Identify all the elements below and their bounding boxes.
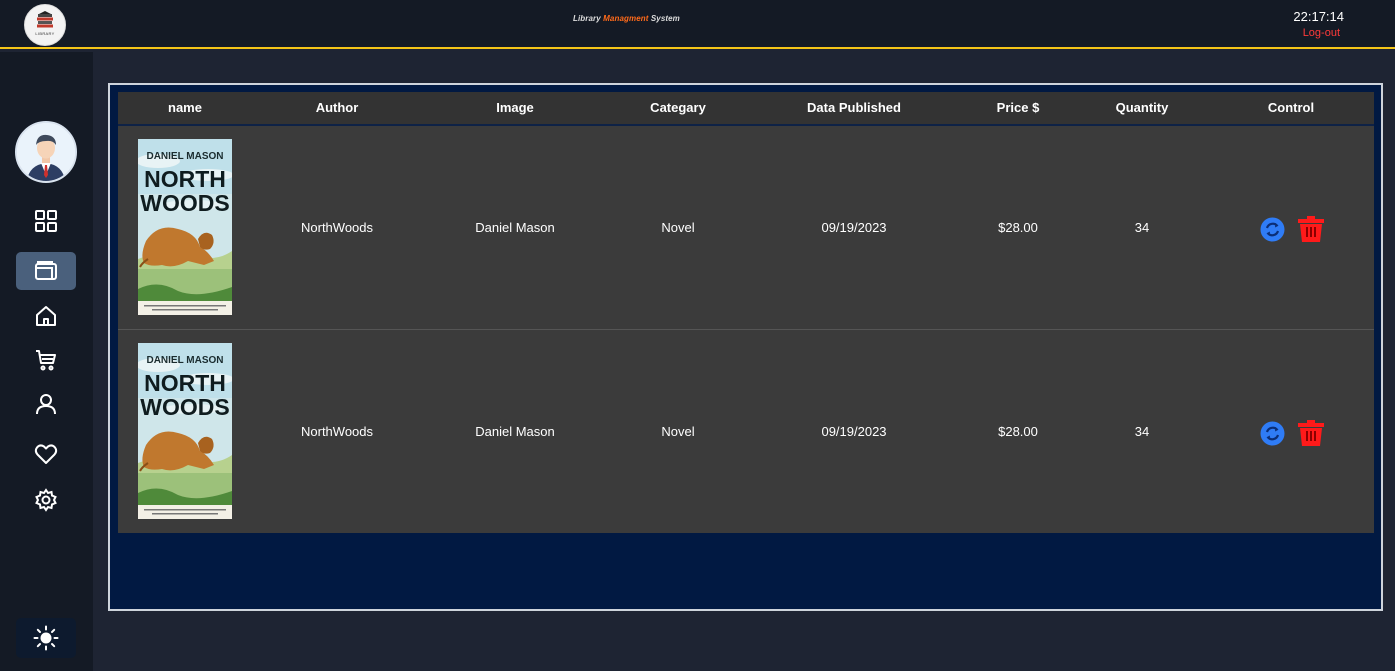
column-header-control: Control	[1267, 100, 1315, 115]
date-published-cell: 09/19/2023	[821, 220, 887, 235]
book-author-cell: Daniel Mason	[475, 424, 555, 439]
sidebar-item-user[interactable]	[16, 385, 76, 423]
price-cell: $28.00	[998, 220, 1038, 235]
category-cell: Novel	[661, 220, 695, 235]
top-bar: LIBRARY Library Managment System 22:17:1…	[0, 0, 1395, 49]
cover-title-line1: NORTH	[144, 166, 226, 192]
library-logo[interactable]: LIBRARY	[24, 4, 66, 46]
quantity-cell: 34	[1134, 220, 1150, 235]
column-header-price[interactable]: Price $	[997, 92, 1040, 124]
column-header-author[interactable]: Author	[316, 92, 359, 124]
sidebar-item-settings[interactable]	[16, 481, 76, 519]
sidebar-item-wallet[interactable]	[16, 252, 76, 290]
delete-icon[interactable]	[1297, 420, 1325, 446]
logout-link[interactable]: Log-out	[1303, 27, 1340, 39]
app-title-accent: Managment	[603, 14, 649, 23]
column-header-date-published[interactable]: Data Published	[807, 92, 901, 124]
book-cover-image: DANIEL MASON NORTH WOODS	[138, 343, 232, 519]
book-cover-illustration: DANIEL MASON NORTH WOODS	[138, 139, 232, 315]
theme-toggle-button[interactable]	[16, 618, 76, 658]
column-header-category[interactable]: Categary	[650, 92, 706, 124]
app-title-part1: Library	[573, 14, 604, 23]
column-header-image[interactable]: Image	[496, 92, 534, 124]
app-title-part3: System	[648, 14, 680, 23]
books-logo-icon	[37, 11, 53, 28]
books-panel: name Author Image Categary Data Publishe…	[108, 83, 1383, 611]
heart-icon	[34, 444, 58, 464]
avatar-icon	[17, 123, 75, 181]
user-icon	[36, 394, 56, 415]
cover-title-line2: WOODS	[140, 394, 229, 420]
sun-icon	[33, 625, 59, 651]
sidebar-item-favorites[interactable]	[16, 435, 76, 473]
delete-icon[interactable]	[1297, 216, 1325, 242]
home-icon	[36, 306, 56, 326]
book-cover-illustration: DANIEL MASON NORTH WOODS	[138, 343, 232, 519]
sidebar-item-dashboard[interactable]	[16, 202, 76, 240]
table-header: name Author Image Categary Data Publishe…	[118, 92, 1374, 126]
cart-icon	[36, 350, 56, 371]
row-controls	[1260, 216, 1325, 242]
table-row: DANIEL MASON NORTH WOODS NorthWoods Dani…	[118, 330, 1374, 533]
grid-icon	[35, 210, 57, 232]
date-published-cell: 09/19/2023	[821, 424, 887, 439]
book-title-cell: NorthWoods	[300, 424, 374, 439]
sidebar-item-cart[interactable]	[16, 341, 76, 379]
books-table: name Author Image Categary Data Publishe…	[118, 92, 1374, 533]
user-avatar[interactable]	[15, 121, 77, 183]
gear-icon	[35, 488, 57, 512]
cover-title-line2: WOODS	[140, 190, 229, 216]
column-header-name[interactable]: name	[168, 92, 202, 124]
logo-label: LIBRARY	[35, 31, 55, 36]
update-icon[interactable]	[1260, 421, 1285, 446]
table-row: DANIEL MASON NORTH WOODS NorthWoods Dani…	[118, 126, 1374, 330]
update-icon[interactable]	[1260, 217, 1285, 242]
quantity-cell: 34	[1134, 424, 1150, 439]
price-cell: $28.00	[998, 424, 1038, 439]
category-cell: Novel	[661, 424, 695, 439]
cover-title-line1: NORTH	[144, 370, 226, 396]
cover-author: DANIEL MASON	[146, 355, 223, 366]
app-title: Library Managment System	[573, 14, 680, 23]
sidebar-item-home[interactable]	[16, 297, 76, 335]
clock: 22:17:14	[1293, 9, 1344, 24]
column-header-quantity[interactable]: Quantity	[1116, 92, 1169, 124]
cover-author: DANIEL MASON	[146, 151, 223, 162]
book-cover-image: DANIEL MASON NORTH WOODS	[138, 139, 232, 315]
wallet-icon	[35, 261, 57, 280]
sidebar	[0, 52, 93, 671]
row-controls	[1260, 420, 1325, 446]
book-author-cell: Daniel Mason	[475, 220, 555, 235]
book-title-cell: NorthWoods	[300, 220, 374, 235]
